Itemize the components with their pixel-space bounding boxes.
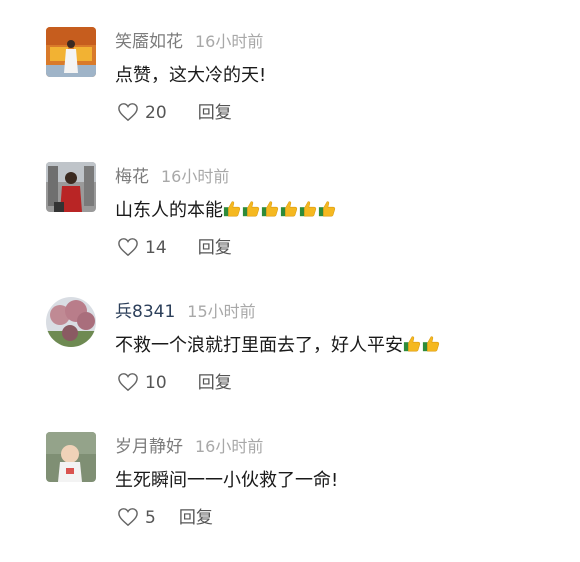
like-button[interactable]: 10 [117, 372, 167, 393]
comment-item: 兵8341 15小时前 不救一个浪就打里面去了，好人平安 10 回复 [0, 297, 580, 427]
reply-button[interactable]: 回复 [179, 503, 213, 528]
like-count: 14 [145, 238, 167, 258]
comment-actions: 20 回复 [117, 98, 232, 124]
reply-button[interactable]: 回复 [198, 233, 232, 258]
thumbs-up-emoji-row [223, 200, 337, 226]
comment-meta: 岁月静好 16小时前 [115, 432, 264, 457]
thumbs-up-emoji-icon [261, 201, 279, 217]
username[interactable]: 兵8341 [115, 302, 175, 322]
timestamp: 16小时前 [195, 437, 264, 456]
like-count: 20 [145, 103, 167, 123]
comment-item: 岁月静好 16小时前 生死瞬间一一小伙救了一命! 5 回复 [0, 432, 580, 562]
reply-button[interactable]: 回复 [198, 368, 232, 393]
comment-text-content: 点赞，这大冷的天! [115, 65, 267, 86]
like-button[interactable]: 14 [117, 237, 167, 258]
comment-actions: 14 回复 [117, 233, 232, 259]
comment-text-content: 生死瞬间一一小伙救了一命! [115, 470, 339, 491]
comment-meta: 兵8341 15小时前 [115, 297, 256, 322]
like-button[interactable]: 20 [117, 102, 167, 123]
like-button[interactable]: 5 [117, 507, 156, 528]
heart-outline-icon [118, 508, 138, 527]
comment-actions: 10 回复 [117, 368, 232, 394]
timestamp: 15小时前 [187, 302, 256, 321]
comment-text: 点赞，这大冷的天! [115, 63, 266, 89]
thumbs-up-emoji-icon [403, 336, 421, 352]
comment-text: 生死瞬间一一小伙救了一命! [115, 468, 338, 494]
thumbs-up-emoji-icon [422, 336, 440, 352]
heart-outline-icon [118, 373, 138, 392]
timestamp: 16小时前 [161, 167, 230, 186]
like-count: 10 [145, 373, 167, 393]
avatar[interactable] [46, 297, 96, 347]
heart-outline-icon [118, 103, 138, 122]
comment-meta: 梅花 16小时前 [115, 162, 230, 187]
username[interactable]: 梅花 [115, 167, 149, 187]
avatar[interactable] [46, 432, 96, 482]
avatar[interactable] [46, 27, 96, 77]
comment-text: 山东人的本能 [115, 198, 337, 224]
comment-text-content: 山东人的本能 [115, 200, 223, 221]
comment-item: 笑靥如花 16小时前 点赞，这大冷的天! 20 回复 [0, 27, 580, 157]
comment-item: 梅花 16小时前 山东人的本能 14 回复 [0, 162, 580, 292]
username[interactable]: 岁月静好 [115, 437, 183, 457]
comment-meta: 笑靥如花 16小时前 [115, 27, 264, 52]
username[interactable]: 笑靥如花 [115, 32, 183, 52]
thumbs-up-emoji-row [403, 335, 441, 361]
thumbs-up-emoji-icon [318, 201, 336, 217]
avatar[interactable] [46, 162, 96, 212]
like-count: 5 [145, 508, 156, 528]
reply-button[interactable]: 回复 [198, 98, 232, 123]
thumbs-up-emoji-icon [299, 201, 317, 217]
heart-outline-icon [118, 238, 138, 257]
comment-text-content: 不救一个浪就打里面去了，好人平安 [115, 335, 403, 356]
thumbs-up-emoji-icon [242, 201, 260, 217]
thumbs-up-emoji-icon [280, 201, 298, 217]
comment-text: 不救一个浪就打里面去了，好人平安 [115, 333, 441, 359]
comment-actions: 5 回复 [117, 503, 213, 529]
timestamp: 16小时前 [195, 32, 264, 51]
thumbs-up-emoji-icon [223, 201, 241, 217]
